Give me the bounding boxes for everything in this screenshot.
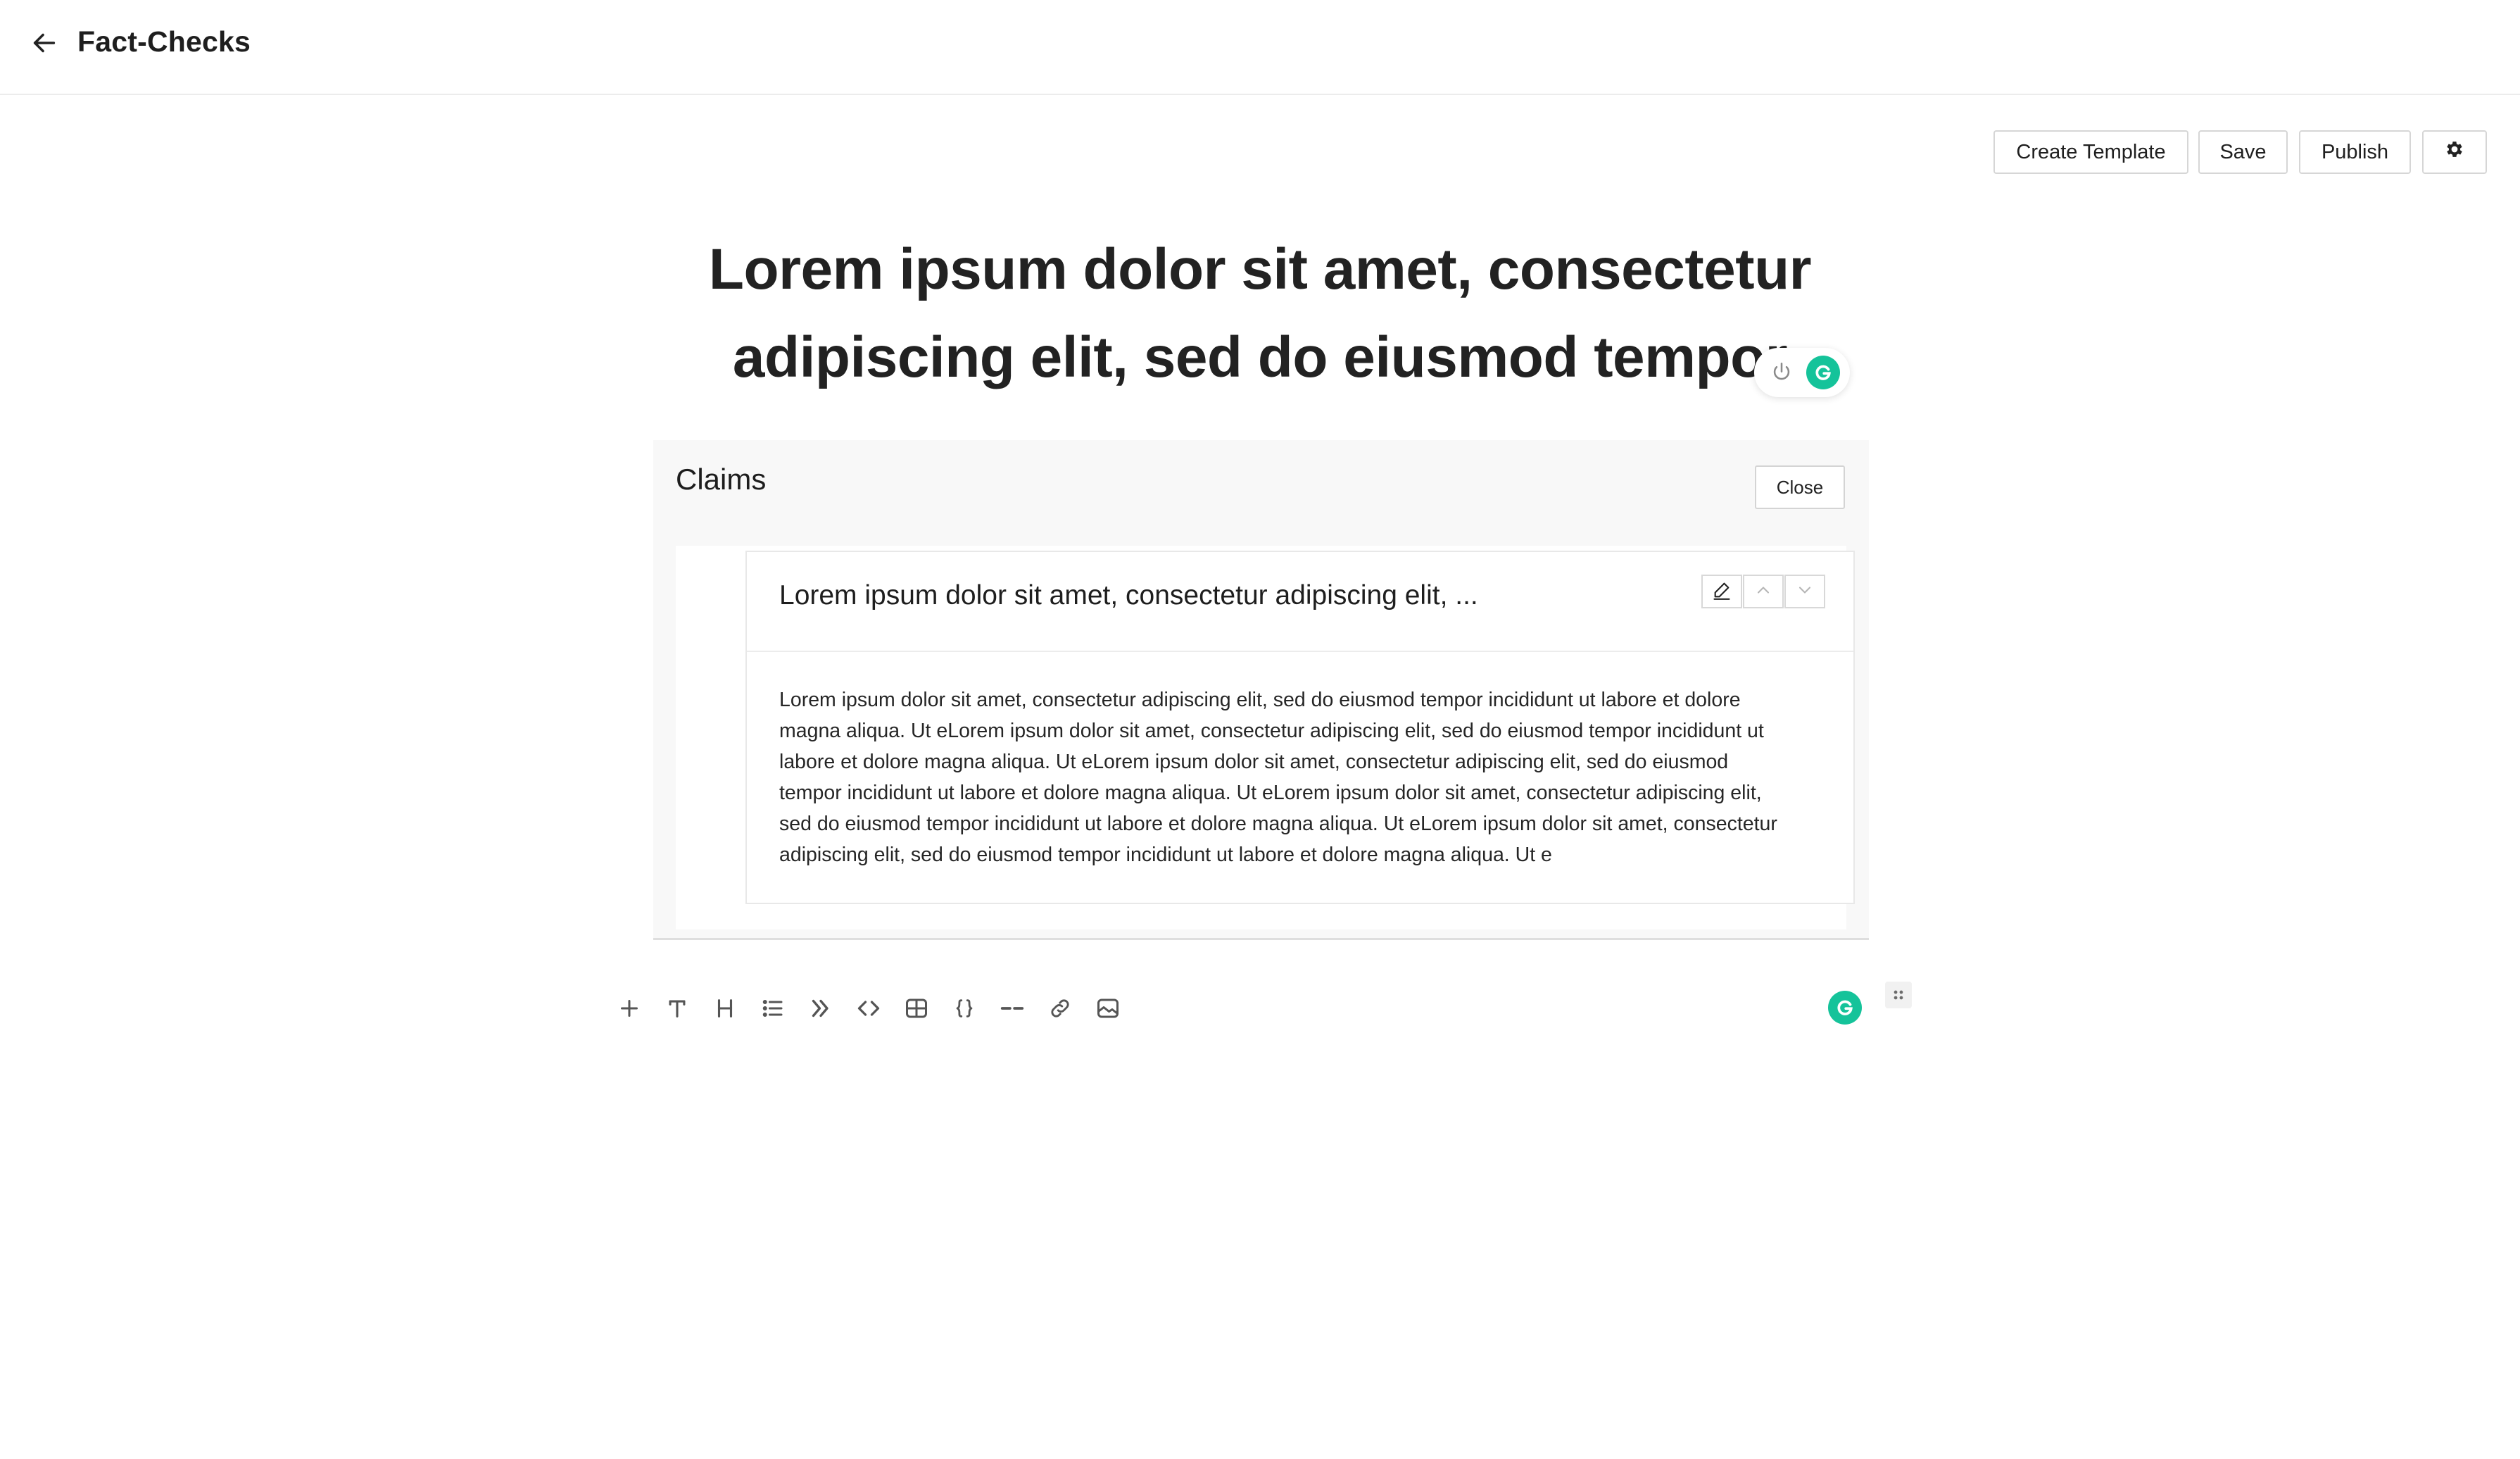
code-block-icon[interactable]	[947, 991, 981, 1025]
create-template-button[interactable]: Create Template	[1993, 130, 2188, 174]
grammarly-icon[interactable]	[1828, 991, 1862, 1025]
divider	[653, 938, 1869, 940]
grammarly-widget[interactable]	[1754, 348, 1850, 397]
edit-button[interactable]	[1701, 575, 1742, 608]
document-title-line: adipiscing elit, sed do eiusmod tempor	[732, 325, 1788, 389]
plus-icon[interactable]	[612, 991, 646, 1025]
code-icon[interactable]	[852, 991, 886, 1025]
grammarly-icon[interactable]	[1806, 356, 1840, 389]
gear-icon	[2444, 139, 2465, 165]
divider-icon[interactable]	[995, 991, 1029, 1025]
chevron-down-icon	[1795, 580, 1815, 603]
claim-body-line: sed do eiusmod tempor incididunt ut labo…	[779, 813, 1777, 835]
claim-body-line: tempor incididunt ut labore et dolore ma…	[779, 782, 1762, 804]
app-header: Fact-Checks	[0, 0, 2520, 95]
save-button[interactable]: Save	[2198, 130, 2288, 174]
move-up-button[interactable]	[1743, 575, 1784, 608]
claim-body-line: labore et dolore magna aliqua. Ut eLorem…	[779, 751, 1729, 773]
image-icon[interactable]	[1091, 991, 1125, 1025]
quote-icon[interactable]	[804, 991, 838, 1025]
claim-body-line: Lorem ipsum dolor sit amet, consectetur …	[779, 689, 1741, 711]
drag-handle-icon[interactable]	[1885, 982, 1912, 1008]
move-down-button[interactable]	[1784, 575, 1825, 608]
chevron-up-icon	[1753, 580, 1773, 603]
heading-icon[interactable]	[708, 991, 742, 1025]
text-icon[interactable]	[660, 991, 694, 1025]
claim-body-line: magna aliqua. Ut eLorem ipsum dolor sit …	[779, 720, 1764, 742]
table-icon[interactable]	[900, 991, 933, 1025]
settings-button[interactable]	[2422, 130, 2487, 174]
claim-header: Lorem ipsum dolor sit amet, consectetur …	[747, 552, 1853, 652]
document-title[interactable]: Lorem ipsum dolor sit amet, consectetur …	[662, 225, 1858, 401]
claim-body-line: adipiscing elit, sed do eiusmod tempor i…	[779, 844, 1552, 866]
claim-title: Lorem ipsum dolor sit amet, consectetur …	[779, 580, 1478, 610]
link-icon[interactable]	[1043, 991, 1077, 1025]
document-title-line: Lorem ipsum dolor sit amet, consectetur	[708, 237, 1812, 301]
arrow-left-icon[interactable]	[28, 27, 61, 59]
page-title: Fact-Checks	[77, 25, 251, 58]
publish-button[interactable]: Publish	[2299, 130, 2411, 174]
claims-panel: Claims Close Lorem ipsum dolor sit amet,…	[653, 440, 1869, 940]
claims-list: Lorem ipsum dolor sit amet, consectetur …	[676, 546, 1855, 929]
claim-body: Lorem ipsum dolor sit amet, consectetur …	[779, 684, 1828, 870]
close-button[interactable]: Close	[1755, 465, 1845, 509]
app-root: Fact-Checks Create Template Save Publish…	[0, 0, 2520, 1459]
list-icon[interactable]	[756, 991, 790, 1025]
claim-card: Lorem ipsum dolor sit amet, consectetur …	[745, 551, 1855, 904]
claims-heading: Claims	[676, 463, 767, 496]
pencil-icon	[1712, 580, 1732, 603]
power-icon[interactable]	[1770, 361, 1794, 384]
